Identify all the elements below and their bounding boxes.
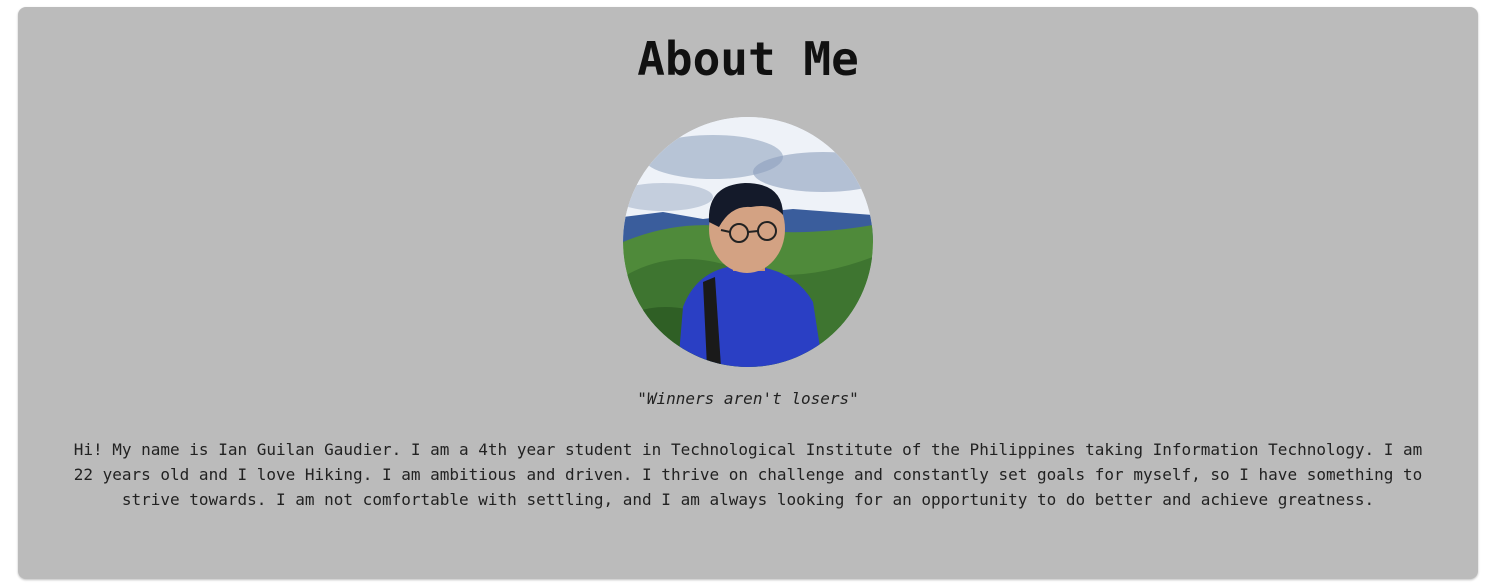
profile-photo-illustration	[623, 117, 873, 367]
about-card: About Me "Winners aren't losers" Hi! My …	[18, 7, 1478, 579]
quote-text: "Winners aren't losers"	[637, 389, 859, 408]
page-title: About Me	[637, 32, 859, 86]
bio-paragraph: Hi! My name is Ian Guilan Gaudier. I am …	[73, 440, 1423, 509]
profile-photo	[623, 117, 873, 367]
